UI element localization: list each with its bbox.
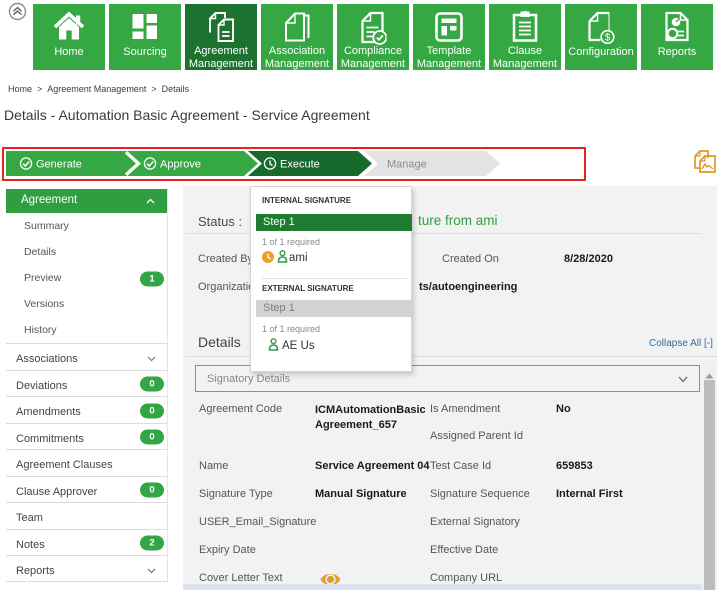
svg-text:Manage: Manage xyxy=(387,159,427,171)
svg-text:$: $ xyxy=(605,33,611,44)
svg-text:Execute: Execute xyxy=(280,159,320,171)
svg-text:Approve: Approve xyxy=(160,159,201,171)
svg-text:Generate: Generate xyxy=(36,159,82,171)
